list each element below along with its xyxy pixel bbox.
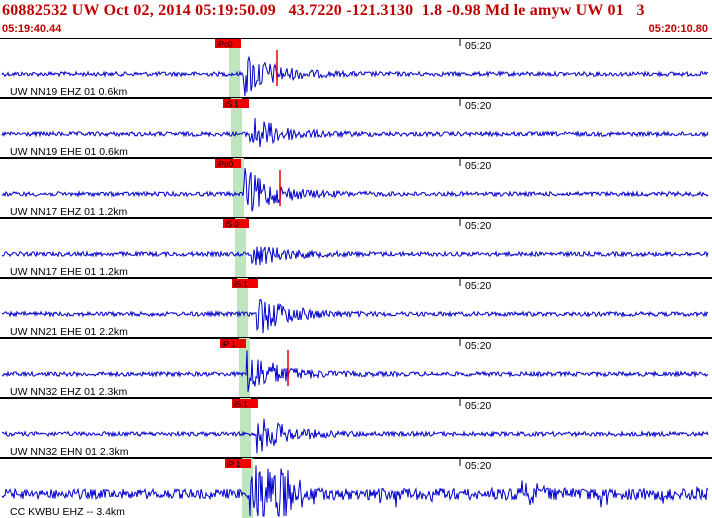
station-label: UW NN32 EHZ 01 2.3km <box>10 386 128 398</box>
station-label: CC KWBU EHZ -- 3.4km <box>10 506 125 518</box>
window-start-time: 05:19:40.44 <box>2 23 62 35</box>
station-label: UW NN19 EHE 01 0.6km <box>10 146 128 158</box>
time-mark-label: 05:20 <box>465 160 491 172</box>
trace-row[interactable]: iPc0 05:20 UW NN19 EHZ 01 0.6km <box>0 38 712 99</box>
station-label: UW NN19 EHZ 01 0.6km <box>10 86 128 98</box>
window-end-time: 05:20:10.80 <box>648 23 708 35</box>
trace-row[interactable]: iP 1 05:20 UW NN32 EHZ 01 2.3km <box>0 338 712 399</box>
station-label: UW NN32 EHN 01 2.3km <box>10 446 129 458</box>
trace-row[interactable]: iPd0 05:20 UW NN17 EHZ 01 1.2km <box>0 158 712 219</box>
station-label: UW NN17 EHE 01 1.2km <box>10 266 128 278</box>
event-title: 60882532 UW Oct 02, 2014 05:19:50.09 43.… <box>2 2 645 19</box>
trace-row[interactable]: iS 1 05:20 UW NN21 EHE 01 2.2km <box>0 278 712 339</box>
time-mark-label: 05:20 <box>465 220 491 232</box>
trace-row[interactable]: iP 1 05:20 CC KWBU EHZ -- 3.4km <box>1 458 709 518</box>
pick-label: iP 1 <box>227 460 241 469</box>
pick-label: iPc0 <box>217 40 233 49</box>
trace-row[interactable]: iS 0 05:20 UW NN17 EHE 01 1.2km <box>0 218 712 279</box>
time-mark-label: 05:20 <box>465 340 491 352</box>
time-mark-label: 05:20 <box>465 460 491 472</box>
time-mark-label: 05:20 <box>465 400 491 412</box>
pick-label: iP 1 <box>222 340 236 349</box>
waveform-trace[interactable] <box>1 246 709 266</box>
seismogram-panel[interactable]: iPc0 05:20 UW NN19 EHZ 01 0.6km iS 1 05:20 UW… <box>0 38 712 518</box>
trace-row[interactable]: iS 1 05:20 UW NN19 EHE 01 0.6km <box>0 98 712 159</box>
trace-row[interactable]: iS 1 05:20 UW NN32 EHN 01 2.3km <box>0 398 712 459</box>
event-header: 60882532 UW Oct 02, 2014 05:19:50.09 43.… <box>0 0 712 38</box>
pick-label: iS 1 <box>234 280 248 289</box>
pick-label: iS 1 <box>234 400 248 409</box>
station-label: UW NN17 EHZ 01 1.2km <box>10 206 128 218</box>
station-label: UW NN21 EHE 01 2.2km <box>10 326 128 338</box>
waveform-trace[interactable] <box>1 117 709 148</box>
time-mark-label: 05:20 <box>465 40 491 52</box>
pick-label: iS 0 <box>225 220 239 229</box>
time-mark-label: 05:20 <box>465 280 491 292</box>
waveform-trace[interactable] <box>1 167 709 212</box>
pick-label: iS 1 <box>225 100 239 109</box>
pick-label: iPd0 <box>217 160 234 169</box>
time-mark-label: 05:20 <box>465 100 491 112</box>
